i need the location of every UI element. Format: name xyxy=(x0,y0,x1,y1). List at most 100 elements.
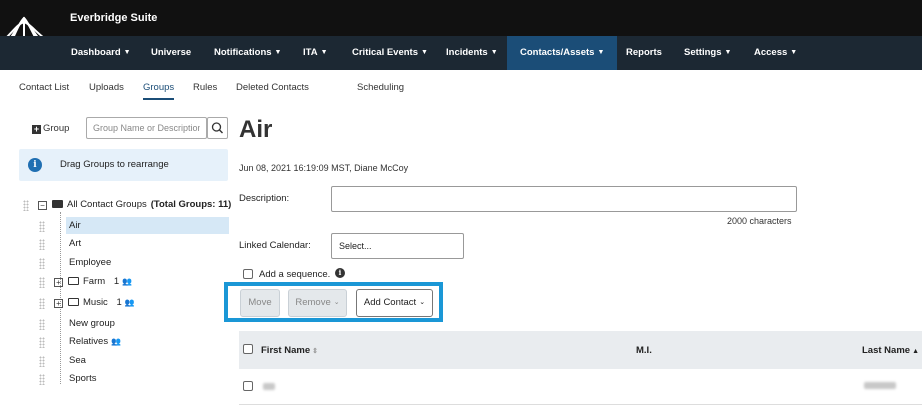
tree-item-farm[interactable]: + Farm 1 👥 xyxy=(54,273,132,290)
subnav-deleted-contacts[interactable]: Deleted Contacts xyxy=(236,82,309,93)
add-group-label: Group xyxy=(43,123,70,134)
column-label: M.I. xyxy=(636,345,652,356)
column-mi: M.I. xyxy=(636,345,652,356)
info-text: Drag Groups to rearrange xyxy=(60,159,169,170)
tree-item-label: Music xyxy=(83,297,108,308)
tree-root-all-groups[interactable]: − All Contact Groups (Total Groups: 11) xyxy=(38,199,231,210)
nav-notifications[interactable]: Notifications ▼ xyxy=(214,36,281,70)
expand-icon[interactable]: + xyxy=(54,278,63,287)
main-nav: Dashboard ▼ Universe Notifications ▼ ITA ▼ … xyxy=(0,36,922,70)
subnav-rules[interactable]: Rules xyxy=(193,82,217,93)
drag-handle-icon[interactable] xyxy=(39,298,45,309)
tree-item-label: Sports xyxy=(69,373,97,384)
drag-handle-icon[interactable] xyxy=(39,337,45,348)
chevron-down-icon: ▼ xyxy=(490,49,498,56)
nav-label: Dashboard xyxy=(71,47,121,58)
sequence-label: Add a sequence. xyxy=(259,269,331,280)
subnav-uploads[interactable]: Uploads xyxy=(89,82,124,93)
drag-handle-icon[interactable] xyxy=(23,200,29,211)
button-label: Move xyxy=(248,297,272,308)
nav-label: Reports xyxy=(626,47,662,58)
drag-info-banner: i Drag Groups to rearrange xyxy=(19,149,228,181)
tree-item-music[interactable]: + Music 1 👥 xyxy=(54,294,135,311)
search-button[interactable] xyxy=(207,117,228,139)
plus-icon: + xyxy=(32,124,41,134)
linked-calendar-label: Linked Calendar: xyxy=(239,240,311,251)
table-row[interactable] xyxy=(239,369,922,405)
group-count: 1 xyxy=(116,297,122,308)
nav-universe[interactable]: Universe xyxy=(151,36,191,70)
tree-item-employee[interactable]: Employee xyxy=(69,254,111,271)
tree-item-sports[interactable]: Sports xyxy=(69,370,96,387)
description-field[interactable] xyxy=(331,186,797,212)
expand-icon[interactable]: + xyxy=(54,299,63,308)
folder-icon xyxy=(52,200,63,208)
nav-contacts-assets[interactable]: Contacts/Assets ▼ xyxy=(507,36,618,70)
tree-item-air[interactable]: Air xyxy=(66,217,229,234)
chevron-down-icon: ▼ xyxy=(274,49,282,56)
collapse-icon[interactable]: − xyxy=(38,201,47,210)
nav-label: Settings xyxy=(684,47,722,58)
drag-handle-icon[interactable] xyxy=(39,356,45,367)
nav-dashboard[interactable]: Dashboard ▼ xyxy=(71,36,131,70)
top-header: Everbridge Suite xyxy=(0,0,922,36)
move-button[interactable]: Move xyxy=(240,289,280,317)
linked-calendar-select[interactable]: Select... xyxy=(331,233,464,259)
nav-incidents[interactable]: Incidents ▼ xyxy=(446,36,498,70)
column-last-name[interactable]: Last Name ▲ xyxy=(862,345,919,356)
subnav-scheduling[interactable]: Scheduling xyxy=(357,82,404,93)
info-icon: i xyxy=(28,158,42,172)
add-contact-button[interactable]: Add Contact ⌄ xyxy=(356,289,433,317)
nav-critical-events[interactable]: Critical Events ▼ xyxy=(352,36,428,70)
tree-item-sea[interactable]: Sea xyxy=(69,352,86,369)
chevron-down-icon: ▼ xyxy=(790,49,798,56)
subnav-contact-list[interactable]: Contact List xyxy=(19,82,69,93)
tree-item-new-group[interactable]: New group xyxy=(69,315,115,332)
tree-item-label: Relatives xyxy=(69,336,109,347)
drag-handle-icon[interactable] xyxy=(39,277,45,288)
tree-item-art[interactable]: Art xyxy=(69,235,81,252)
tree-item-label: New group xyxy=(69,318,115,329)
chevron-down-icon: ▼ xyxy=(421,49,428,56)
nav-access[interactable]: Access ▼ xyxy=(754,36,797,70)
column-first-name[interactable]: First Name ⇕ xyxy=(261,345,318,356)
subnav-groups[interactable]: Groups xyxy=(143,82,175,100)
root-label: All Contact Groups xyxy=(67,199,147,210)
sequence-checkbox[interactable] xyxy=(243,269,253,279)
nav-settings[interactable]: Settings ▼ xyxy=(684,36,731,70)
sort-ascending-icon: ▲ xyxy=(912,348,919,355)
nav-label: Notifications xyxy=(214,47,272,58)
add-group-button[interactable]: + Group xyxy=(32,123,69,134)
drag-handle-icon[interactable] xyxy=(39,374,45,385)
info-icon[interactable]: i xyxy=(335,268,345,278)
group-count: 1 xyxy=(113,276,120,287)
people-icon: 👥 xyxy=(122,277,133,286)
chevron-down-icon: ⌄ xyxy=(333,299,340,306)
redacted-last-name xyxy=(864,382,896,389)
chevron-down-icon: ▼ xyxy=(320,49,328,56)
column-label: Last Name xyxy=(862,345,911,356)
row-checkbox[interactable] xyxy=(243,381,253,391)
shared-people-icon: 👥 xyxy=(111,337,122,346)
tree-item-label: Farm xyxy=(83,276,106,287)
tree-item-relatives[interactable]: Relatives 👥 xyxy=(69,333,121,350)
select-all-checkbox[interactable] xyxy=(243,344,253,354)
button-label: Remove xyxy=(295,297,331,308)
drag-handle-icon[interactable] xyxy=(39,319,45,330)
remove-button[interactable]: Remove ⌄ xyxy=(288,289,347,317)
group-search-input[interactable] xyxy=(86,117,207,139)
tree-item-label: Air xyxy=(69,220,81,231)
folder-icon xyxy=(68,298,79,306)
nav-ita[interactable]: ITA ▼ xyxy=(303,36,328,70)
drag-handle-icon[interactable] xyxy=(39,221,45,232)
nav-label: Incidents xyxy=(446,47,488,58)
chevron-down-icon: ⌄ xyxy=(419,299,426,306)
nav-label: Critical Events xyxy=(352,47,418,58)
nav-reports[interactable]: Reports xyxy=(626,36,662,70)
drag-handle-icon[interactable] xyxy=(39,239,45,250)
tree-item-label: Art xyxy=(69,238,82,249)
chevron-down-icon: ▼ xyxy=(724,49,732,56)
page-title: Air xyxy=(239,116,273,143)
chevron-down-icon: ▼ xyxy=(597,49,605,56)
drag-handle-icon[interactable] xyxy=(39,258,45,269)
